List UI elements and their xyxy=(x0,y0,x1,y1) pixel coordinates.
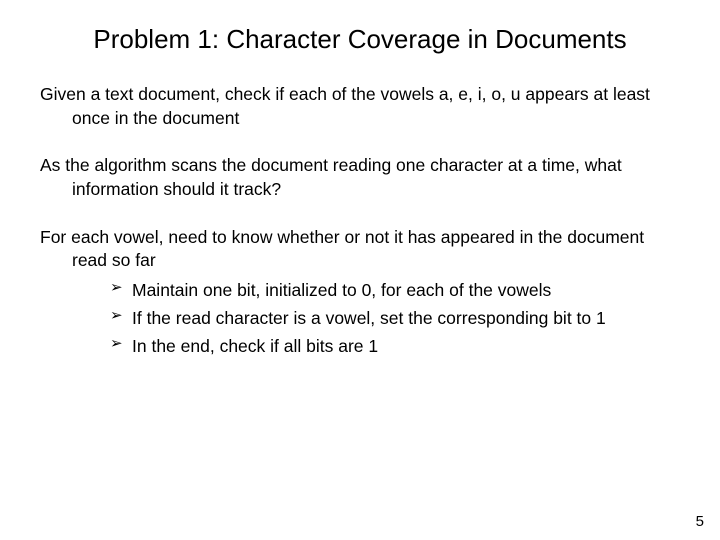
bullet-item: If the read character is a vowel, set th… xyxy=(110,305,680,331)
page-number: 5 xyxy=(696,513,704,530)
paragraph-problem-statement: Given a text document, check if each of … xyxy=(40,83,680,130)
slide-content: Problem 1: Character Coverage in Documen… xyxy=(0,0,720,360)
bullet-item: In the end, check if all bits are 1 xyxy=(110,333,680,359)
bullet-item: Maintain one bit, initialized to 0, for … xyxy=(110,277,680,303)
bullet-list: Maintain one bit, initialized to 0, for … xyxy=(40,277,680,360)
paragraph-question: As the algorithm scans the document read… xyxy=(40,154,680,201)
paragraph-answer-intro: For each vowel, need to know whether or … xyxy=(40,226,680,273)
slide-title: Problem 1: Character Coverage in Documen… xyxy=(40,24,680,55)
